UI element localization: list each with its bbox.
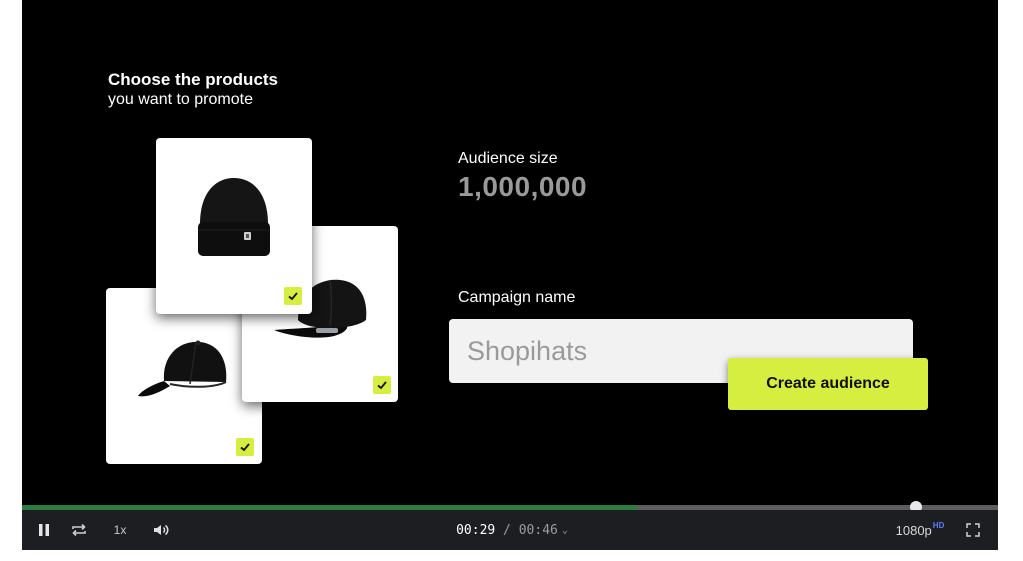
- fullscreen-icon: [966, 523, 980, 537]
- pause-button[interactable]: [34, 510, 54, 550]
- player-controls: 1x 00:29 / 00:46 ⌄ 1080p HD: [22, 510, 998, 550]
- video-player[interactable]: Choose the products you want to promote: [22, 0, 998, 550]
- total-time: 00:46: [518, 522, 558, 538]
- quality-label: 1080p: [895, 522, 932, 538]
- heading-subtitle: you want to promote: [108, 91, 253, 108]
- check-icon[interactable]: [284, 287, 302, 305]
- video-frame[interactable]: Choose the products you want to promote: [22, 0, 998, 505]
- check-icon[interactable]: [373, 376, 391, 394]
- product-card-baseball-cap[interactable]: [106, 288, 262, 464]
- create-audience-button[interactable]: Create audience: [728, 358, 928, 410]
- audience-size-value: 1,000,000: [458, 171, 588, 202]
- check-icon[interactable]: [236, 438, 254, 456]
- products-heading: Choose the products you want to promote: [108, 70, 278, 110]
- heading-title: Choose the products: [108, 70, 279, 89]
- quality-button[interactable]: 1080p HD: [890, 510, 950, 550]
- playback-speed-button[interactable]: 1x: [110, 510, 130, 550]
- time-display[interactable]: 00:29 / 00:46 ⌄: [422, 510, 602, 550]
- pause-icon: [39, 524, 49, 536]
- current-time: 00:29: [456, 522, 496, 538]
- loop-button[interactable]: [68, 510, 90, 550]
- loop-icon: [72, 523, 86, 537]
- time-separator: /: [495, 522, 519, 538]
- chevron-down-icon: ⌄: [561, 524, 568, 536]
- campaign-name-label: Campaign name: [458, 289, 576, 306]
- volume-icon: [154, 524, 169, 536]
- audience-size-label: Audience size: [458, 150, 558, 167]
- beanie-image: [198, 178, 270, 256]
- baseball-cap-image: [138, 340, 227, 397]
- volume-button[interactable]: [150, 510, 172, 550]
- product-card-beanie[interactable]: [156, 138, 312, 314]
- fullscreen-button[interactable]: [962, 510, 984, 550]
- hd-badge: HD: [932, 520, 945, 530]
